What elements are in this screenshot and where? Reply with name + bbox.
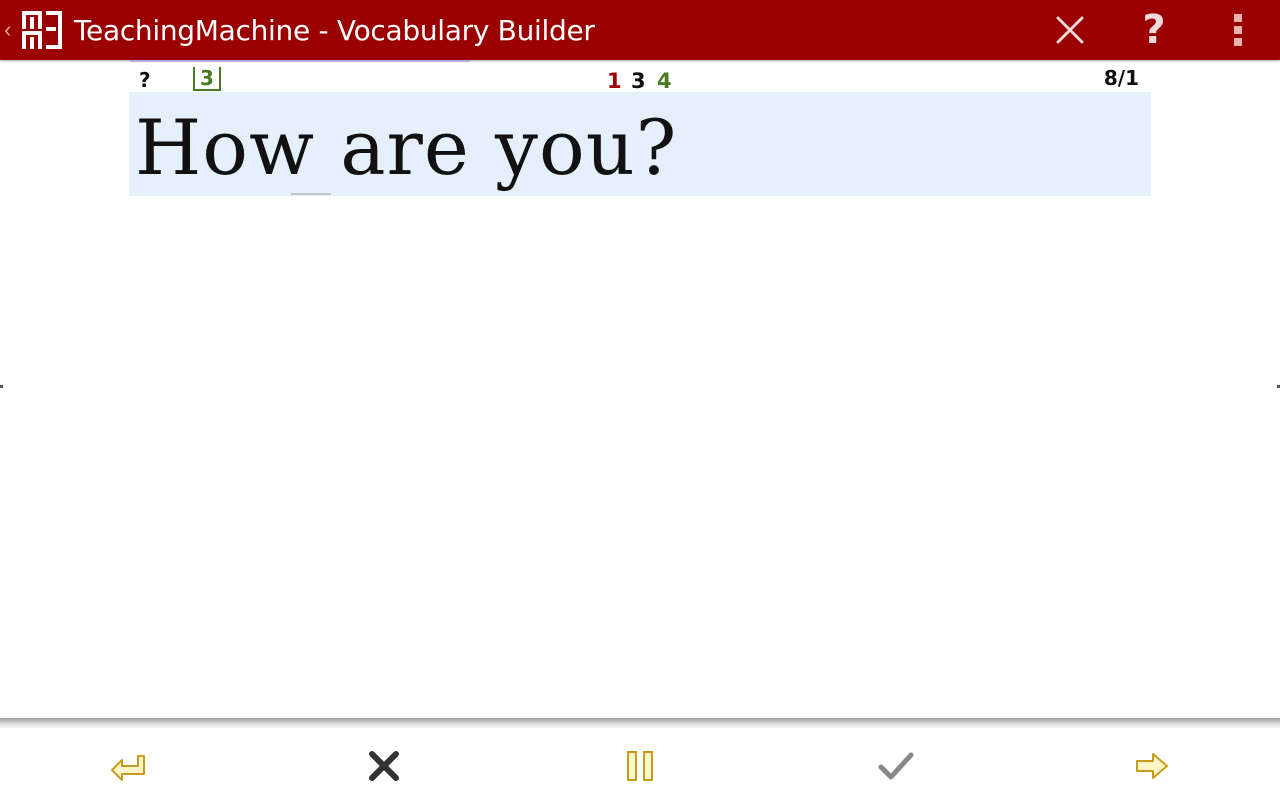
- next-button[interactable]: [1124, 742, 1180, 790]
- toolbar-divider: [0, 718, 1280, 728]
- overflow-menu-button[interactable]: [1210, 6, 1266, 54]
- box-level-badge: 3: [193, 67, 221, 91]
- hint-indicator[interactable]: ?: [139, 68, 151, 92]
- close-button[interactable]: [1042, 6, 1098, 54]
- neutral-count: 3: [631, 69, 646, 93]
- action-bar: ‹ TeachingMachine - Vocabulary Builder ?: [0, 0, 1280, 60]
- status-row: ? 3 1 3 4 8/1: [129, 64, 1151, 93]
- help-icon: ?: [1142, 7, 1166, 53]
- progress-indicator: [130, 60, 470, 62]
- pause-button[interactable]: [612, 742, 668, 790]
- wrong-x-icon: [369, 751, 399, 781]
- progress-counter: 8/1: [1103, 66, 1139, 90]
- question-text: How are you?: [135, 103, 678, 192]
- overflow-menu-icon: [1234, 14, 1242, 46]
- teachingmachine-logo-icon[interactable]: [20, 9, 66, 51]
- left-edge-marker: [0, 385, 3, 388]
- back-arrow-icon: [111, 755, 145, 781]
- wrong-button[interactable]: [356, 742, 412, 790]
- next-arrow-icon: [1136, 753, 1168, 779]
- close-icon: [1056, 16, 1084, 44]
- back-button[interactable]: [100, 742, 156, 790]
- up-caret-icon[interactable]: ‹: [4, 18, 11, 42]
- question-card[interactable]: How are you?: [129, 92, 1151, 196]
- bottom-toolbar: [0, 728, 1280, 800]
- text-cursor-mark: [291, 193, 331, 195]
- pause-icon: [627, 751, 653, 781]
- right-button[interactable]: [868, 742, 924, 790]
- right-count: 4: [657, 69, 672, 93]
- checkmark-icon: [878, 752, 914, 780]
- wrong-count: 1: [607, 69, 622, 93]
- help-button[interactable]: ?: [1126, 6, 1182, 54]
- app-title: TeachingMachine - Vocabulary Builder: [74, 14, 595, 47]
